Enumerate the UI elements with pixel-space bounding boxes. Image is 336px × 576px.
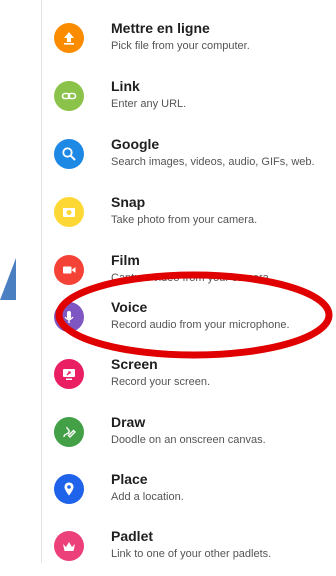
menu-item-padlet[interactable]: Padlet Link to one of your other padlets… [42,518,336,576]
padlet-icon [54,531,84,561]
link-icon [54,81,84,111]
menu-item-place[interactable]: Place Add a location. [42,461,336,519]
menu-item-subtitle: Pick file from your computer. [111,40,250,52]
camera-icon [54,197,84,227]
menu-item-snap[interactable]: Snap Take photo from your camera. [42,184,336,242]
menu-item-screen[interactable]: Screen Record your screen. [42,346,336,404]
menu-item-subtitle: Capture video from your camera. [111,272,272,284]
blue-arrow-icon [0,258,16,300]
menu-item-title: Film [111,252,140,268]
menu-item-title: Draw [111,414,146,430]
add-content-menu: Mettre en ligne Pick file from your comp… [41,0,336,563]
video-icon [54,255,84,285]
menu-item-subtitle: Doodle on an onscreen canvas. [111,434,266,446]
menu-item-title: Padlet [111,528,154,544]
menu-item-subtitle: Add a location. [111,491,184,503]
menu-item-title: Mettre en ligne [111,20,210,36]
search-icon [54,139,84,169]
draw-icon [54,417,84,447]
menu-item-title: Google [111,136,160,152]
menu-item-title: Place [111,471,148,487]
microphone-icon [54,302,84,332]
menu-item-title: Voice [111,299,148,315]
menu-item-upload[interactable]: Mettre en ligne Pick file from your comp… [42,10,336,68]
menu-item-subtitle: Record your screen. [111,376,211,388]
menu-item-draw[interactable]: Draw Doodle on an onscreen canvas. [42,404,336,462]
menu-item-title: Screen [111,356,158,372]
menu-item-subtitle: Record audio from your microphone. [111,319,290,331]
menu-item-subtitle: Search images, videos, audio, GIFs, web. [111,156,315,168]
menu-item-google[interactable]: Google Search images, videos, audio, GIF… [42,126,336,184]
menu-item-title: Link [111,78,140,94]
screen-record-icon [54,359,84,389]
menu-item-subtitle: Link to one of your other padlets. [111,548,272,560]
menu-item-subtitle: Enter any URL. [111,98,187,110]
menu-item-link[interactable]: Link Enter any URL. [42,68,336,126]
menu-item-voice[interactable]: Voice Record audio from your microphone. [42,289,336,347]
menu-item-subtitle: Take photo from your camera. [111,214,258,226]
upload-icon [54,23,84,53]
menu-item-title: Snap [111,194,146,210]
location-pin-icon [54,474,84,504]
